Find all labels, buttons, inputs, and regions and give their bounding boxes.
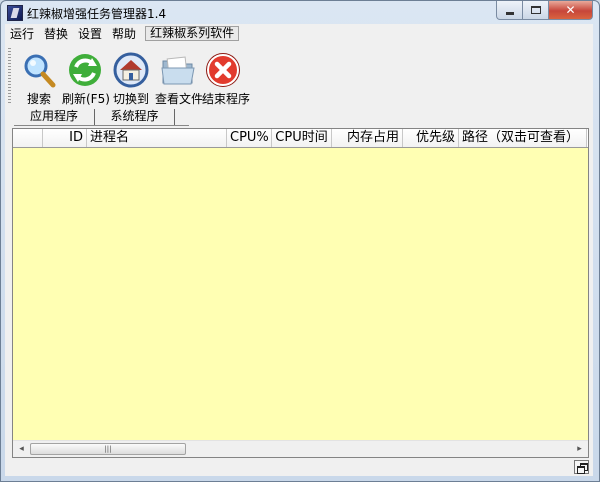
end-program-label: 结束程序 [202, 92, 251, 106]
title-bar[interactable]: 红辣椒增强任务管理器1.4 ✕ [1, 1, 599, 25]
tab-applications[interactable]: 应用程序 [14, 109, 95, 126]
horizontal-scrollbar[interactable]: ◂ ||| ▸ [13, 440, 588, 457]
toolbar-grip[interactable] [8, 48, 11, 104]
column-header-path[interactable]: 路径（双击可查看） [459, 129, 587, 147]
switch-to-button[interactable]: 切换到 [111, 52, 151, 107]
status-bar [12, 460, 589, 474]
scroll-thumb[interactable]: ||| [30, 443, 186, 455]
scroll-right-button[interactable]: ▸ [571, 441, 588, 457]
view-file-button[interactable]: 查看文件 [155, 52, 204, 107]
refresh-icon [67, 52, 103, 88]
folder-icon [160, 52, 196, 88]
menu-replace[interactable]: 替换 [39, 25, 73, 42]
list-header: ID 进程名 CPU% CPU时间 内存占用 优先级 路径（双击可查看） [13, 129, 588, 148]
search-icon [21, 52, 57, 88]
scroll-left-button[interactable]: ◂ [13, 441, 30, 457]
window-controls: ✕ [496, 1, 593, 20]
process-list[interactable]: ID 进程名 CPU% CPU时间 内存占用 优先级 路径（双击可查看） ◂ |… [12, 128, 589, 458]
minimize-button[interactable] [496, 1, 523, 20]
search-button[interactable]: 搜索 [19, 52, 59, 107]
switch-to-label: 切换到 [112, 92, 149, 106]
window-title: 红辣椒增强任务管理器1.4 [27, 7, 167, 21]
end-program-button[interactable]: 结束程序 [202, 52, 251, 107]
column-header-memory[interactable]: 内存占用 [332, 129, 403, 147]
close-icon [205, 52, 241, 88]
maximize-icon [530, 6, 541, 14]
refresh-button[interactable]: 刷新(F5) [62, 52, 110, 107]
column-header-priority[interactable]: 优先级 [403, 129, 459, 147]
close-x-icon: ✕ [565, 3, 576, 17]
search-label: 搜索 [26, 92, 51, 106]
home-icon [113, 52, 149, 88]
view-file-label: 查看文件 [155, 92, 204, 106]
tab-system[interactable]: 系统程序 [95, 109, 175, 126]
close-window-button[interactable]: ✕ [549, 1, 593, 20]
column-header-process-name[interactable]: 进程名 [87, 129, 227, 147]
menu-bar: 运行 替换 设置 帮助 红辣椒系列软件 [5, 24, 593, 42]
tab-underline [14, 125, 189, 126]
maximize-button[interactable] [523, 1, 549, 20]
menu-series-software[interactable]: 红辣椒系列软件 [145, 25, 240, 41]
menu-run[interactable]: 运行 [5, 25, 39, 42]
minimize-icon [505, 11, 514, 15]
app-logo-icon [7, 5, 23, 21]
menu-settings[interactable]: 设置 [73, 25, 107, 42]
column-header-cpu-percent[interactable]: CPU% [227, 129, 272, 147]
column-header-id[interactable]: ID [43, 129, 87, 147]
refresh-label: 刷新(F5) [62, 92, 110, 106]
restore-icon[interactable] [574, 460, 589, 474]
column-header-cpu-time[interactable]: CPU时间 [272, 129, 332, 147]
column-header-blank[interactable] [13, 129, 43, 147]
menu-help[interactable]: 帮助 [107, 25, 141, 42]
